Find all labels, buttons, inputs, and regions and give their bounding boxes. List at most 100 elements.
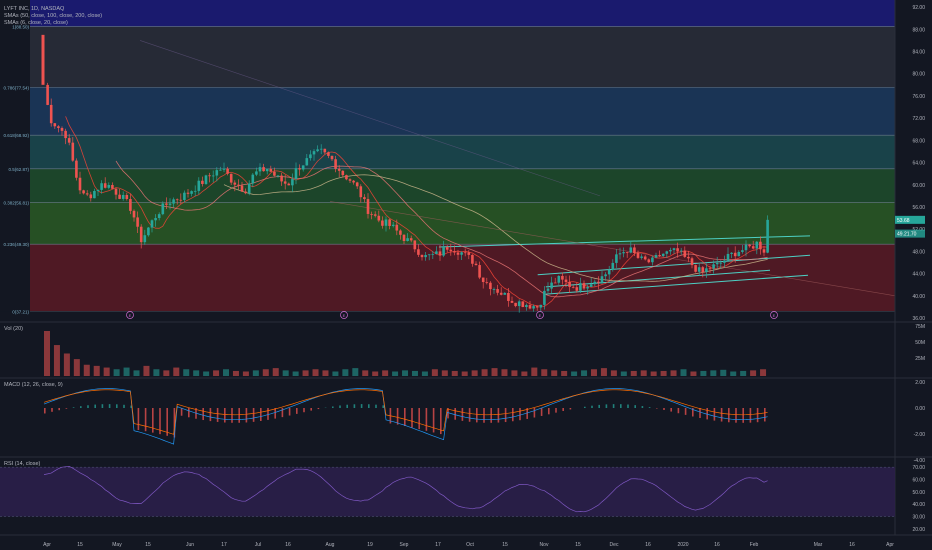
macd-histogram-bar: [216, 408, 219, 422]
macd-histogram-bar: [396, 408, 399, 425]
volume-pane-label[interactable]: Vol (20): [4, 326, 23, 332]
fib-band-2: [30, 135, 895, 169]
candle-body: [305, 158, 309, 166]
volume-bar: [561, 370, 568, 376]
candle-body: [539, 304, 543, 308]
macd-histogram-bar: [699, 408, 701, 419]
candle-body: [190, 191, 193, 194]
macd-histogram-bar: [382, 405, 384, 408]
price-chart[interactable]: 1(88.50)0.786(77.54)0.618(68.92)0.5(62.8…: [0, 0, 932, 550]
volume-bar: [402, 370, 409, 376]
time-tick-label: Jun: [186, 542, 194, 548]
below-fib-area: [0, 311, 895, 322]
candle-body: [582, 283, 586, 289]
candle-body: [694, 265, 697, 272]
macd-histogram-bar: [94, 404, 96, 408]
fib-band-0: [30, 26, 895, 88]
macd-histogram-bar: [231, 408, 233, 423]
candle-body: [654, 255, 658, 258]
time-tick-label: 19: [367, 542, 373, 548]
candle-body: [179, 199, 183, 201]
candle-body: [503, 292, 507, 295]
candle-body: [85, 193, 89, 195]
candle-body: [258, 167, 262, 172]
fib-label: 0.382(56.81): [3, 200, 29, 205]
candle-body: [129, 199, 132, 211]
candle-body: [607, 269, 611, 275]
candle-body: [417, 249, 420, 255]
macd-histogram-bar: [72, 407, 75, 408]
candle-body: [708, 268, 712, 270]
candle-body: [319, 148, 323, 150]
candle-body: [41, 34, 45, 85]
candle-body: [291, 179, 294, 186]
candle-body: [201, 180, 204, 184]
macd-histogram-bar: [188, 408, 190, 418]
volume-bar: [193, 370, 200, 376]
time-tick-label: 15: [77, 542, 83, 548]
sma-legend-2[interactable]: SMAs (6, close, 20, close): [4, 20, 68, 27]
volume-bar: [342, 369, 349, 376]
volume-bar: [600, 368, 607, 376]
candle-body: [157, 214, 161, 219]
candle-body: [312, 151, 316, 155]
candle-body: [204, 175, 208, 184]
candle-body: [705, 268, 708, 273]
volume-bar: [252, 370, 259, 376]
rsi-pane-label[interactable]: RSI (14, close): [4, 461, 40, 467]
candle-body: [406, 238, 409, 241]
candle-body: [139, 226, 143, 243]
macd-histogram-bar: [267, 408, 269, 420]
volume-tick-label: 75M: [915, 324, 925, 330]
fib-label: 0.618(68.92): [3, 133, 29, 138]
candle-body: [715, 262, 719, 265]
candle-body: [726, 253, 730, 261]
candle-body: [154, 218, 157, 221]
volume-bar: [690, 371, 697, 376]
candle-body: [96, 189, 100, 192]
candle-body: [143, 235, 147, 243]
candle-body: [467, 252, 471, 255]
candle-body: [193, 190, 197, 192]
rsi-tick-label: 60.00: [912, 478, 925, 484]
candle-body: [71, 142, 75, 161]
price-tick-label: 76.00: [912, 94, 925, 100]
macd-histogram-bar: [51, 408, 53, 412]
fibonacci-bands: [0, 0, 895, 322]
candle-body: [208, 175, 211, 177]
macd-histogram-bar: [483, 408, 485, 423]
candle-body: [89, 194, 93, 199]
candle-body: [136, 217, 139, 227]
candle-body: [568, 281, 571, 287]
candle-body: [431, 253, 435, 255]
macd-histogram-bar: [360, 404, 363, 408]
macd-histogram-bar: [742, 408, 744, 423]
candle-body: [535, 306, 539, 308]
rsi-tick-label: 70.00: [912, 465, 925, 471]
volume-bar: [760, 369, 767, 376]
volume-bar: [322, 370, 329, 376]
candle-body: [341, 170, 345, 176]
macd-histogram-bar: [80, 406, 82, 408]
volume-bar: [213, 370, 220, 376]
volume-bar: [680, 369, 687, 376]
price-tick-label: 44.00: [912, 272, 925, 278]
price-tick-label: 64.00: [912, 161, 925, 167]
candle-body: [381, 220, 384, 226]
candle-body: [564, 279, 568, 282]
candle-body: [445, 247, 449, 250]
macd-pane-label[interactable]: MACD (12, 26, close, 9): [4, 382, 63, 388]
sma-legend-1[interactable]: SMAs (50, close, 100, close, 200, close): [4, 13, 102, 20]
candle-body: [643, 256, 647, 260]
candle-body: [759, 241, 762, 250]
candle-body: [78, 177, 82, 191]
rsi-tick-label: 40.00: [912, 502, 925, 508]
macd-histogram-bar: [411, 408, 413, 428]
candle-body: [683, 250, 687, 257]
earnings-marker-label: E: [539, 313, 542, 318]
macd-histogram-bar: [166, 408, 168, 436]
candle-body: [237, 184, 240, 186]
macd-pane: 2.00 0.00 -2.00 -4.00: [43, 380, 925, 464]
candle-body: [244, 191, 247, 194]
candle-body: [255, 171, 258, 175]
